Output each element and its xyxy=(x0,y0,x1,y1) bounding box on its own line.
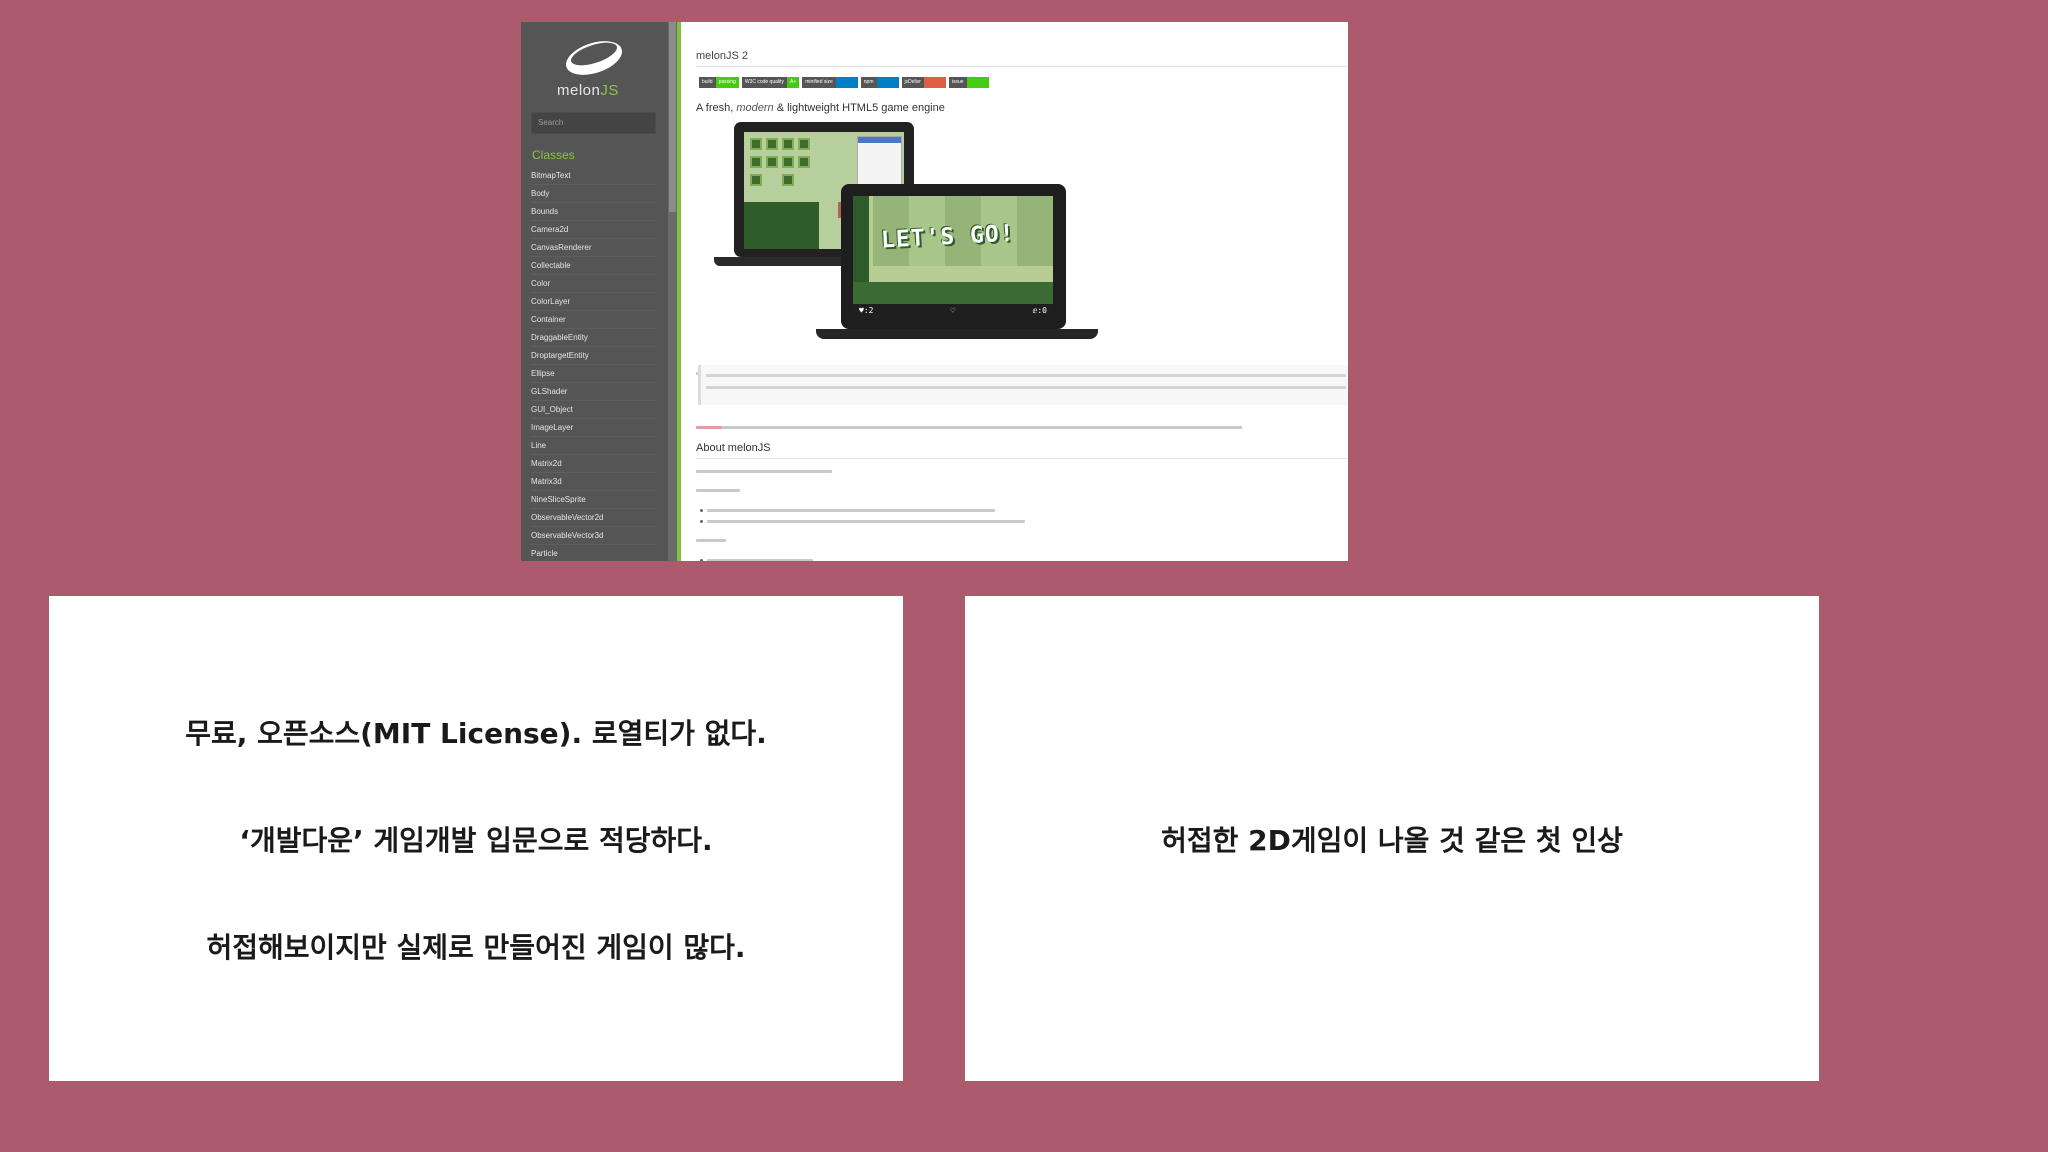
game-screen: LET'S GO! ♥:2 ♡ ⅇ:0 xyxy=(853,196,1053,318)
doc-title: melonJS 2 xyxy=(696,50,748,62)
class-list-item[interactable]: BitmapText xyxy=(531,167,657,185)
title-divider xyxy=(696,66,1348,67)
badge-value: passing xyxy=(715,77,739,88)
class-list-item[interactable]: ObservableVector3d xyxy=(531,527,657,545)
status-badge[interactable]: jsDelivr xyxy=(901,77,946,88)
class-list: BitmapText Body Bounds Camera2d CanvasRender… xyxy=(531,167,657,561)
docs-screenshot: melonJS Search Classes BitmapText Body Bou… xyxy=(521,22,1348,561)
panel-line-3: 허접해보이지만 실제로 만들어진 게임이 많다. xyxy=(206,931,746,964)
class-list-item[interactable]: Matrix3d xyxy=(531,473,657,491)
class-list-item[interactable]: Color xyxy=(531,275,657,293)
badge-label: issue xyxy=(948,77,967,88)
docs-sidebar: melonJS Search Classes BitmapText Body Bou… xyxy=(521,22,668,561)
sidebar-accent-border xyxy=(677,22,681,561)
text-panel-left: 무료, 오픈소스(MIT License). 로열티가 없다. ‘개발다운’ 게… xyxy=(49,596,903,1081)
class-list-item[interactable]: Bounds xyxy=(531,203,657,221)
class-list-item[interactable]: Body xyxy=(531,185,657,203)
list-item-text xyxy=(707,520,1025,523)
class-list-item[interactable]: ObservableVector2d xyxy=(531,509,657,527)
class-list-item[interactable]: GLShader xyxy=(531,383,657,401)
class-list-item[interactable]: Particle xyxy=(531,545,657,561)
badge-row: build passing W3C code quality A+ minified s… xyxy=(699,77,989,88)
class-list-item[interactable]: Ellipse xyxy=(531,365,657,383)
class-list-item[interactable]: CanvasRenderer xyxy=(531,239,657,257)
badge-label: W3C code quality xyxy=(741,77,787,88)
license-text xyxy=(696,426,1242,429)
class-list-item[interactable]: Collectable xyxy=(531,257,657,275)
laptop-illustration-front: LET'S GO! ♥:2 ♡ ⅇ:0 xyxy=(816,184,1098,339)
about-text xyxy=(696,470,832,473)
subheading-text xyxy=(696,489,740,492)
badge-value xyxy=(966,77,989,88)
note-text xyxy=(706,386,1346,389)
status-badge[interactable]: build passing xyxy=(699,77,739,88)
badge-value xyxy=(923,77,946,88)
class-list-item[interactable]: Matrix2d xyxy=(531,455,657,473)
license-link[interactable] xyxy=(696,426,722,429)
list-item-text xyxy=(707,509,995,512)
panel-line-2: ‘개발다운’ 게임개발 입문으로 적당하다. xyxy=(239,824,713,857)
status-badge[interactable]: W3C code quality A+ xyxy=(741,77,800,88)
list-item-text xyxy=(707,559,813,561)
class-list-item[interactable]: Camera2d xyxy=(531,221,657,239)
class-list-item[interactable]: ColorLayer xyxy=(531,293,657,311)
badge-value xyxy=(876,77,899,88)
badge-value: A+ xyxy=(787,77,800,88)
class-list-item[interactable]: DraggableEntity xyxy=(531,329,657,347)
bullet xyxy=(700,509,703,512)
badge-label: jsDelivr xyxy=(901,77,924,88)
status-badge[interactable]: minified size xyxy=(802,77,858,88)
about-heading: About melonJS xyxy=(696,442,771,454)
panel-line-1: 무료, 오픈소스(MIT License). 로열티가 없다. xyxy=(185,717,767,750)
class-list-item[interactable]: Line xyxy=(531,437,657,455)
bullet xyxy=(700,559,703,561)
about-divider xyxy=(696,458,1348,459)
panel-impression-line: 허접한 2D게임이 나올 것 같은 첫 인상 xyxy=(1161,824,1623,857)
bullet xyxy=(700,520,703,523)
badge-label: npm xyxy=(860,77,877,88)
note-box xyxy=(698,365,1348,405)
docs-content: melonJS 2 build passing W3C code quality A+… xyxy=(696,22,1348,561)
classes-heading: Classes xyxy=(532,148,575,162)
class-list-item[interactable]: GUI_Object xyxy=(531,401,657,419)
text-panel-right: 허접한 2D게임이 나올 것 같은 첫 인상 xyxy=(965,596,1819,1081)
class-list-item[interactable]: NineSliceSprite xyxy=(531,491,657,509)
scrollbar-thumb[interactable] xyxy=(669,22,676,212)
class-list-item[interactable]: ImageLayer xyxy=(531,419,657,437)
badge-label: minified size xyxy=(802,77,836,88)
class-list-item[interactable]: Container xyxy=(531,311,657,329)
badge-label: build xyxy=(699,77,716,88)
status-badge[interactable]: npm xyxy=(860,77,899,88)
editor-window xyxy=(857,136,902,191)
badge-value xyxy=(835,77,858,88)
class-list-item[interactable]: DroptargetEntity xyxy=(531,347,657,365)
logo-wordmark: melonJS xyxy=(557,82,619,99)
tagline: A fresh, modern & lightweight HTML5 game… xyxy=(696,102,945,114)
note-text xyxy=(706,374,1346,377)
subheading-text xyxy=(696,539,726,542)
game-hud: ♥:2 ♡ ⅇ:0 xyxy=(853,304,1053,318)
sidebar-scrollbar[interactable] xyxy=(668,22,677,561)
status-badge[interactable]: issue xyxy=(948,77,989,88)
docs-search-input[interactable]: Search xyxy=(531,112,656,134)
